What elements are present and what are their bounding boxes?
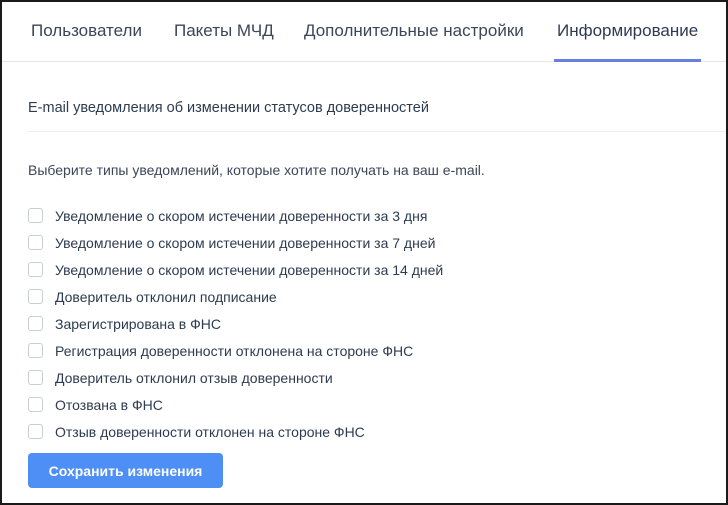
option-label: Уведомление о скором истечении доверенно… (55, 261, 444, 278)
tab-users[interactable]: Пользователи (31, 2, 142, 61)
option-registration-rejected-fns[interactable]: Регистрация доверенности отклонена на ст… (28, 337, 443, 364)
option-label: Уведомление о скором истечении доверенно… (55, 234, 436, 251)
section-description: Выберите типы уведомлений, которые хотит… (28, 162, 485, 178)
option-revoked-fns[interactable]: Отозвана в ФНС (28, 391, 443, 418)
option-label: Уведомление о скором истечении доверенно… (55, 207, 428, 224)
checkbox[interactable] (28, 289, 43, 304)
option-revocation-rejected-fns[interactable]: Отзыв доверенности отклонен на стороне Ф… (28, 418, 443, 445)
option-expiry-7-days[interactable]: Уведомление о скором истечении доверенно… (28, 229, 443, 256)
section-divider (28, 131, 726, 132)
checkbox[interactable] (28, 262, 43, 277)
option-label: Регистрация доверенности отклонена на ст… (55, 342, 414, 359)
option-label: Отзыв доверенности отклонен на стороне Ф… (55, 423, 365, 440)
checkbox[interactable] (28, 424, 43, 439)
option-label: Доверитель отклонил подписание (55, 288, 277, 305)
option-principal-declined-revocation[interactable]: Доверитель отклонил отзыв доверенности (28, 364, 443, 391)
checkbox[interactable] (28, 343, 43, 358)
option-registered-fns[interactable]: Зарегистрирована в ФНС (28, 310, 443, 337)
notification-options-list: Уведомление о скором истечении доверенно… (28, 202, 443, 445)
tab-notifications[interactable]: Информирование (553, 2, 702, 62)
checkbox[interactable] (28, 235, 43, 250)
option-expiry-14-days[interactable]: Уведомление о скором истечении доверенно… (28, 256, 443, 283)
tab-bar: Пользователи Пакеты МЧД Дополнительные н… (2, 2, 726, 62)
checkbox[interactable] (28, 370, 43, 385)
tab-additional-settings[interactable]: Дополнительные настройки (304, 2, 524, 61)
option-principal-declined-signing[interactable]: Доверитель отклонил подписание (28, 283, 443, 310)
option-label: Отозвана в ФНС (55, 396, 163, 413)
save-changes-button[interactable]: Сохранить изменения (28, 453, 223, 488)
section-title: E-mail уведомления об изменении статусов… (28, 100, 429, 116)
tab-mchd-packages[interactable]: Пакеты МЧД (174, 2, 274, 61)
option-label: Зарегистрирована в ФНС (55, 315, 221, 332)
checkbox[interactable] (28, 208, 43, 223)
checkbox[interactable] (28, 397, 43, 412)
settings-window: Пользователи Пакеты МЧД Дополнительные н… (0, 0, 728, 505)
option-label: Доверитель отклонил отзыв доверенности (55, 369, 333, 386)
checkbox[interactable] (28, 316, 43, 331)
option-expiry-3-days[interactable]: Уведомление о скором истечении доверенно… (28, 202, 443, 229)
